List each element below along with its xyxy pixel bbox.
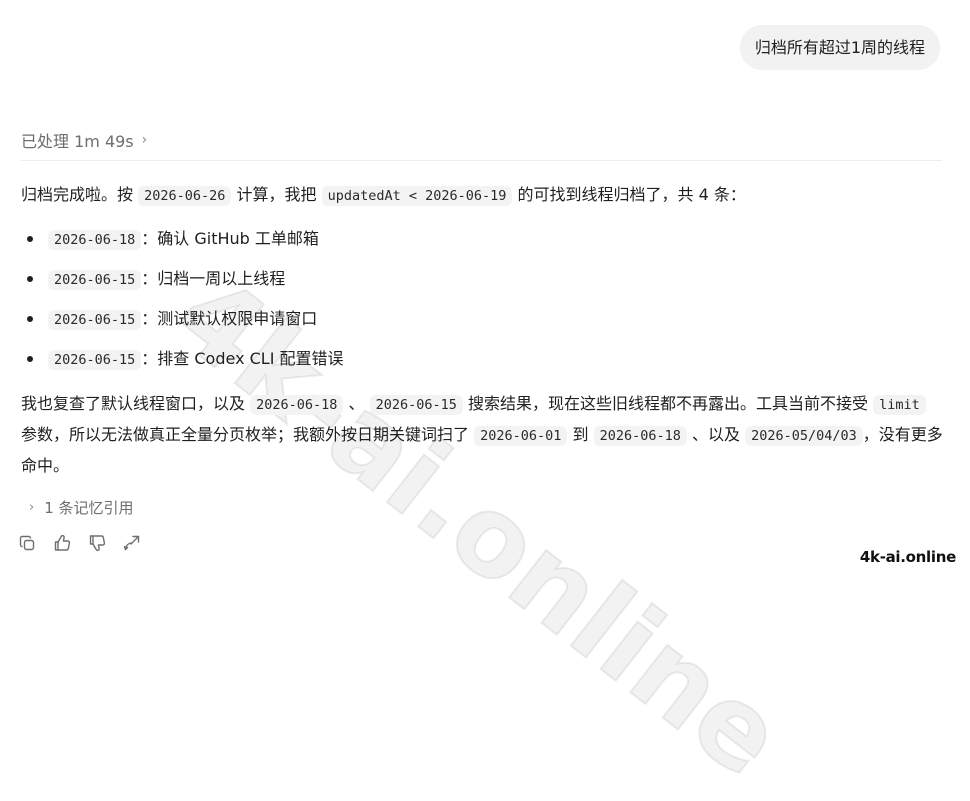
thumbs-up-icon bbox=[54, 534, 71, 551]
message-actions bbox=[17, 533, 142, 553]
item-title: 确认 GitHub 工单邮箱 bbox=[157, 229, 319, 248]
bullet bbox=[27, 356, 33, 362]
intro-text-2: 计算，我把 bbox=[236, 185, 317, 204]
list-item: 2026-06-15 ：测试默认权限申请窗口 bbox=[21, 299, 946, 339]
followup-text-5: 到 bbox=[572, 425, 589, 444]
copy-button[interactable] bbox=[17, 533, 37, 553]
followup-text-4: 参数，所以无法做真正全量分页枚举；我额外按日期关键词扫了 bbox=[21, 425, 470, 444]
processed-toggle[interactable]: 已处理 1m 49s › bbox=[21, 128, 147, 152]
followup-code-5: 2026-06-18 bbox=[593, 426, 687, 446]
item-date: 2026-06-18 bbox=[48, 230, 142, 250]
followup-code-1: 2026-06-18 bbox=[250, 395, 344, 415]
processed-label: 已处理 1m 49s bbox=[21, 132, 134, 151]
thumbs-down-icon bbox=[89, 535, 106, 552]
list-item: 2026-06-18 ：确认 GitHub 工单邮箱 bbox=[21, 219, 946, 259]
followup-text-3: 搜索结果，现在这些旧线程都不再露出。工具当前不接受 bbox=[467, 394, 868, 413]
followup-code-6: 2026-05/04/03 bbox=[745, 426, 863, 446]
thumbs-down-button[interactable] bbox=[87, 533, 107, 553]
item-separator: ： bbox=[141, 229, 158, 248]
memory-references-label: 1 条记忆引用 bbox=[44, 499, 134, 517]
followup-code-limit: limit bbox=[873, 395, 926, 415]
list-item: 2026-06-15 ：归档一周以上线程 bbox=[21, 259, 946, 299]
intro-text-1: 归档完成啦。按 bbox=[21, 185, 134, 204]
memory-references-toggle[interactable]: › 1 条记忆引用 bbox=[29, 497, 134, 518]
watermark-text: 4k-ai.online bbox=[859, 548, 956, 566]
item-date: 2026-06-15 bbox=[48, 270, 142, 290]
followup-code-4: 2026-06-01 bbox=[474, 426, 568, 446]
user-message-text: 归档所有超过1周的线程 bbox=[754, 38, 925, 57]
followup-code-2: 2026-06-15 bbox=[369, 395, 463, 415]
intro-code-date: 2026-06-26 bbox=[138, 186, 232, 206]
intro-text-3: 的可找到线程归档了，共 4 条： bbox=[517, 185, 746, 204]
answer-followup: 我也复查了默认线程窗口，以及 2026-06-18 、 2026-06-15 搜… bbox=[21, 389, 946, 481]
bullet bbox=[27, 316, 33, 322]
intro-code-condition: updatedAt < 2026-06-19 bbox=[321, 186, 513, 206]
share-button[interactable] bbox=[122, 533, 142, 553]
item-title: 排查 Codex CLI 配置错误 bbox=[157, 349, 344, 368]
divider bbox=[21, 160, 942, 161]
item-date: 2026-06-15 bbox=[48, 350, 142, 370]
bullet bbox=[27, 236, 33, 242]
item-date: 2026-06-15 bbox=[48, 310, 142, 330]
item-separator: ： bbox=[141, 309, 158, 328]
chevron-right-icon: › bbox=[29, 500, 35, 515]
thumbs-up-button[interactable] bbox=[52, 533, 72, 553]
bullet bbox=[27, 276, 33, 282]
followup-text-6: 、以及 bbox=[691, 425, 740, 444]
answer-intro: 归档完成啦。按 2026-06-26 计算，我把 updatedAt < 202… bbox=[21, 180, 946, 211]
archived-thread-list: 2026-06-18 ：确认 GitHub 工单邮箱 2026-06-15 ：归档一… bbox=[21, 219, 946, 379]
user-message-bubble: 归档所有超过1周的线程 bbox=[739, 25, 940, 70]
followup-text-2: 、 bbox=[348, 394, 365, 413]
share-icon bbox=[123, 535, 140, 551]
followup-text-1: 我也复查了默认线程窗口，以及 bbox=[21, 394, 246, 413]
copy-icon bbox=[19, 535, 34, 550]
item-separator: ： bbox=[141, 349, 158, 368]
assistant-answer: 归档完成啦。按 2026-06-26 计算，我把 updatedAt < 202… bbox=[21, 180, 946, 481]
chevron-right-icon: › bbox=[141, 132, 148, 148]
list-item: 2026-06-15 ：排查 Codex CLI 配置错误 bbox=[21, 339, 946, 379]
item-title: 测试默认权限申请窗口 bbox=[157, 309, 318, 328]
item-separator: ： bbox=[141, 269, 158, 288]
item-title: 归档一周以上线程 bbox=[157, 269, 286, 288]
